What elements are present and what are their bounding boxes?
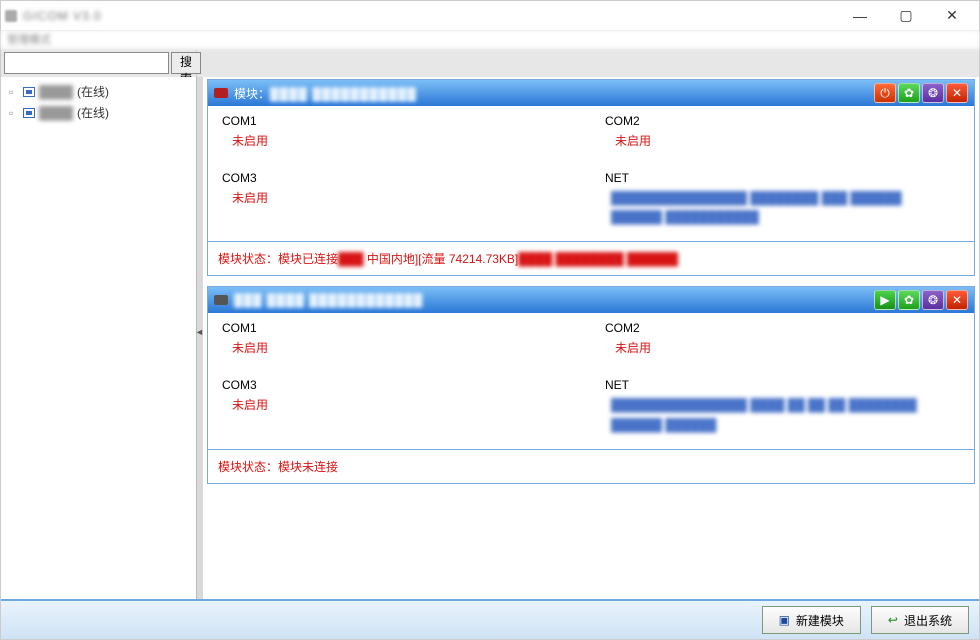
tree-toggle-icon: ▫ (9, 106, 19, 120)
settings-button[interactable]: ✿ (898, 83, 920, 103)
port-cell-com2: COM2 未启用 (591, 313, 974, 370)
port-label: COM3 (222, 378, 581, 392)
tree-toggle-icon: ▫ (9, 85, 19, 99)
port-value: 未启用 (222, 339, 581, 356)
module-panel: ███ ████ ████████████ ▶ ✿ ❂ ✕ COM1 未启用 C… (207, 286, 975, 483)
status-tail: ████ ████████ ██████ (518, 252, 678, 266)
port-cell-com2: COM2 未启用 (591, 106, 974, 163)
port-label: COM3 (222, 171, 581, 185)
port-label: NET (605, 171, 964, 185)
new-module-icon: ▣ (779, 613, 790, 627)
play-button[interactable]: ▶ (874, 290, 896, 310)
port-cell-net: NET ████████████████ ████████ ███ ██████… (591, 163, 974, 241)
close-module-button[interactable]: ✕ (946, 290, 968, 310)
tree-item-id: ████ (39, 106, 73, 120)
port-cell-com1: COM1 未启用 (208, 106, 591, 163)
search-area: 搜索序号 (1, 49, 197, 77)
module-status: 模块状态：模块未连接 (208, 449, 974, 483)
power-button[interactable]: ⏻ (874, 83, 896, 103)
new-module-button[interactable]: ▣ 新建模块 (762, 606, 861, 634)
config-button[interactable]: ❂ (922, 290, 944, 310)
new-module-label: 新建模块 (796, 612, 844, 629)
main-pane: 模块：████ ███████████ ⏻ ✿ ❂ ✕ COM1 未启用 COM… (203, 77, 979, 599)
port-cell-com3: COM3 未启用 (208, 163, 591, 241)
module-buttons: ⏻ ✿ ❂ ✕ (874, 83, 968, 103)
status-led-icon (214, 88, 228, 98)
module-title-id: ███ ████ ████████████ (234, 293, 423, 307)
module-title: 模块：████ ███████████ (234, 85, 417, 102)
minimize-button[interactable]: — (837, 2, 883, 30)
config-button[interactable]: ❂ (922, 83, 944, 103)
window-controls: — ▢ ✕ (837, 2, 975, 30)
port-cell-net: NET ████████████████ ████ ██ ██ ██ █████… (591, 370, 974, 448)
module-header: 模块：████ ███████████ ⏻ ✿ ❂ ✕ (208, 80, 974, 106)
sidebar: ▫ ████ (在线) ▫ ████ (在线) (1, 77, 197, 599)
footer-bar: ▣ 新建模块 ↩ 退出系统 (1, 599, 979, 639)
tree-item-status: (在线) (77, 83, 109, 100)
port-cell-com3: COM3 未启用 (208, 370, 591, 448)
port-value: ████████████████ ████ ██ ██ ██ █████████… (605, 396, 964, 434)
top-toolbar: 搜索序号 (1, 49, 979, 77)
titlebar: GICOM V3.0 — ▢ ✕ (1, 1, 979, 31)
module-title: ███ ████ ████████████ (234, 293, 423, 307)
app-icon (5, 10, 17, 22)
maximize-button[interactable]: ▢ (883, 2, 929, 30)
tree-item-status: (在线) (77, 104, 109, 121)
exit-label: 退出系统 (904, 612, 952, 629)
tree-item-id: ████ (39, 85, 73, 99)
settings-button[interactable]: ✿ (898, 290, 920, 310)
module-body: COM1 未启用 COM2 未启用 COM3 未启用 NET █████████… (208, 106, 974, 241)
module-header: ███ ████ ████████████ ▶ ✿ ❂ ✕ (208, 287, 974, 313)
port-value: 未启用 (222, 132, 581, 149)
port-label: COM2 (605, 321, 964, 335)
port-value: 未启用 (605, 132, 964, 149)
app-title: GICOM V3.0 (23, 9, 102, 23)
module-icon (23, 87, 35, 97)
status-led-icon (214, 295, 228, 305)
module-title-prefix: 模块： (234, 87, 270, 101)
content-area: ▫ ████ (在线) ▫ ████ (在线) 模块：████ ████████… (1, 77, 979, 599)
module-icon (23, 108, 35, 118)
port-label: COM2 (605, 114, 964, 128)
port-value: ████████████████ ████████ ███ ██████████… (605, 189, 964, 227)
port-cell-com1: COM1 未启用 (208, 313, 591, 370)
port-value: 未启用 (222, 396, 581, 413)
status-mid: 中国内地][流量 74214.73KB] (364, 252, 519, 266)
module-status: 模块状态：模块已连接███ 中国内地][流量 74214.73KB]████ █… (208, 241, 974, 275)
tree-item[interactable]: ▫ ████ (在线) (3, 81, 194, 102)
close-window-button[interactable]: ✕ (929, 2, 975, 30)
search-button[interactable]: 搜索序号 (171, 52, 201, 74)
tree-item[interactable]: ▫ ████ (在线) (3, 102, 194, 123)
port-label: NET (605, 378, 964, 392)
module-body: COM1 未启用 COM2 未启用 COM3 未启用 NET █████████… (208, 313, 974, 448)
port-value: 未启用 (605, 339, 964, 356)
close-module-button[interactable]: ✕ (946, 83, 968, 103)
module-panel: 模块：████ ███████████ ⏻ ✿ ❂ ✕ COM1 未启用 COM… (207, 79, 975, 276)
exit-icon: ↩ (888, 613, 898, 627)
splitter[interactable] (197, 77, 203, 599)
status-blurred: ███ (338, 252, 364, 266)
port-label: COM1 (222, 321, 581, 335)
module-buttons: ▶ ✿ ❂ ✕ (874, 290, 968, 310)
search-input[interactable] (4, 52, 169, 74)
status-prefix: 模块状态：模块已连接 (218, 252, 338, 266)
exit-button[interactable]: ↩ 退出系统 (871, 606, 969, 634)
port-value: 未启用 (222, 189, 581, 206)
module-title-id: ████ ███████████ (270, 87, 417, 101)
port-label: COM1 (222, 114, 581, 128)
subtitle-bar: 管理模式 (1, 31, 979, 49)
